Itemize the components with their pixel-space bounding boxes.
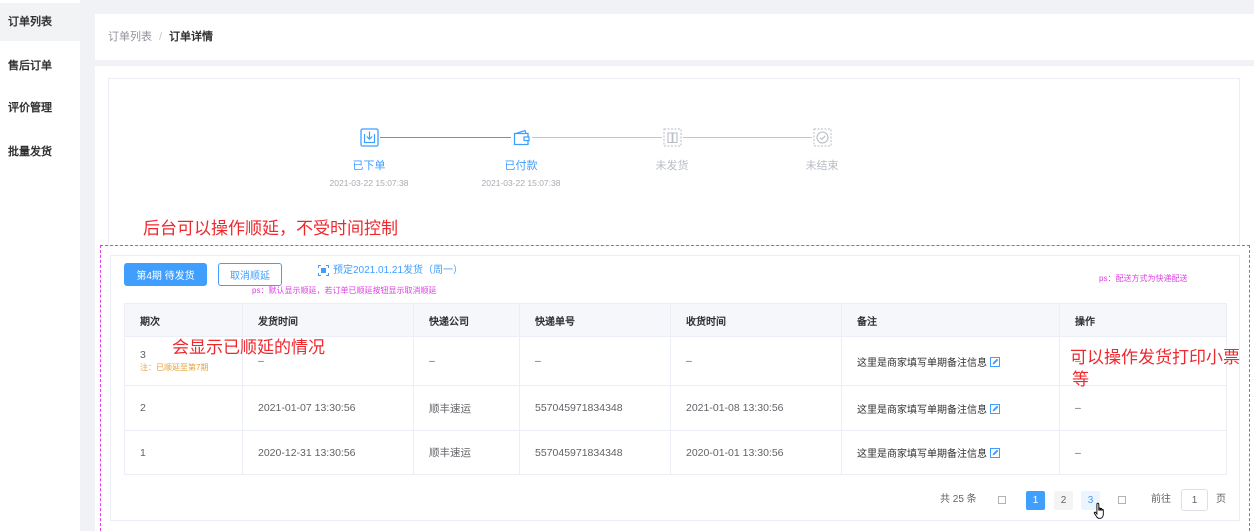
hand-cursor-icon xyxy=(1093,502,1107,520)
cell-period: 1 xyxy=(124,430,243,475)
period-table: 期次 发货时间 快递公司 快递单号 收货时间 备注 操作 3 注：已顺延至第7期… xyxy=(124,303,1227,475)
edit-remark-icon[interactable] xyxy=(990,448,1000,458)
column-header-action: 操作 xyxy=(1059,303,1227,337)
order-download-icon xyxy=(359,128,379,147)
table-row: 2 2021-01-07 13:30:56 顺丰速运 5570459718343… xyxy=(124,385,1227,431)
cell-remark: 这里是商家填写单期备注信息 xyxy=(841,430,1060,475)
sidebar-item-order-list[interactable]: 订单列表 xyxy=(0,3,80,41)
breadcrumb-current: 订单详情 xyxy=(169,31,214,43)
page-button-2[interactable]: 2 xyxy=(1054,491,1073,510)
step-order-placed: 已下单 2021-03-22 15:07:38 xyxy=(309,128,429,189)
remark-text: 这里是商家填写单期备注信息 xyxy=(857,357,987,369)
cell-receive-time: 2021-01-08 13:30:56 xyxy=(670,385,842,431)
step-label: 已付款 xyxy=(504,160,538,172)
edit-remark-icon[interactable] xyxy=(990,356,1000,367)
ship-period-button[interactable]: 第4期 待发货 xyxy=(124,263,207,286)
cell-courier: 顺丰速运 xyxy=(413,385,520,431)
cell-tracking: 557045971834348 xyxy=(519,430,671,475)
annotation-actions-line-1: 可以操作发货打印小票 xyxy=(1070,348,1240,367)
column-header-courier: 快递公司 xyxy=(413,303,520,337)
sidebar-item-bulk-shipping[interactable]: 批量发货 xyxy=(0,133,80,171)
cell-receive-time: – xyxy=(670,336,842,386)
cell-remark: 这里是商家填写单期备注信息 xyxy=(841,385,1060,431)
remark-text: 这里是商家填写单期备注信息 xyxy=(857,404,987,416)
cell-receive-time: 2020-01-01 13:30:56 xyxy=(670,430,842,475)
column-header-ship-time: 发货时间 xyxy=(242,303,414,337)
step-label: 未结束 xyxy=(805,160,839,172)
column-header-remark: 备注 xyxy=(841,303,1060,337)
cell-remark: 这里是商家填写单期备注信息 xyxy=(841,336,1060,386)
remark-text: 这里是商家填写单期备注信息 xyxy=(857,449,987,460)
shipment-box-icon xyxy=(663,128,682,147)
step-label: 已下单 xyxy=(352,160,386,172)
column-header-tracking: 快递单号 xyxy=(519,303,671,337)
step-time: 2021-03-22 15:07:38 xyxy=(481,178,561,188)
column-header-receive-time: 收货时间 xyxy=(670,303,842,337)
step-not-shipped: 未发货 xyxy=(612,128,732,175)
step-not-finished: 未结束 xyxy=(762,128,882,175)
pagination-total: 共 25 条 xyxy=(940,494,977,505)
table-row: 1 2020-12-31 13:30:56 顺丰速运 5570459718343… xyxy=(124,430,1227,475)
edit-remark-icon[interactable] xyxy=(990,403,1000,414)
breadcrumb-order-list-link[interactable]: 订单列表 xyxy=(108,31,152,43)
prev-page-icon[interactable] xyxy=(998,496,1006,504)
step-paid: 已付款 2021-03-22 15:07:38 xyxy=(461,128,581,189)
ps-note-postpone: ps：默认显示顺延，若订单已顺延按钮显示取消顺延 xyxy=(252,286,437,295)
scheduled-ship-date: 预定2021.01.21发货（周一） xyxy=(333,265,464,276)
cell-action[interactable]: – xyxy=(1059,385,1227,431)
goto-page-input[interactable] xyxy=(1181,489,1208,511)
breadcrumb-separator: / xyxy=(159,31,163,43)
annotation-postpone: 后台可以操作顺延，不受时间控制 xyxy=(143,219,398,238)
cell-period: 2 xyxy=(124,385,243,431)
goto-label: 前往 xyxy=(1151,494,1171,505)
table-header-row: 期次 发货时间 快递公司 快递单号 收货时间 备注 操作 xyxy=(124,303,1227,337)
cell-ship-time: 2021-01-07 13:30:56 xyxy=(242,385,414,431)
column-header-period: 期次 xyxy=(124,303,243,337)
breadcrumb: 订单列表 / 订单详情 xyxy=(108,14,213,60)
ps-note-delivery: ps：配送方式为快递配送 xyxy=(1099,274,1188,283)
annotation-actions-line-2: 等 xyxy=(1072,370,1089,389)
postponed-note: 注：已顺延至第7期 xyxy=(140,363,209,372)
next-page-icon[interactable] xyxy=(1118,496,1126,504)
page-suffix: 页 xyxy=(1216,494,1226,505)
cell-courier: – xyxy=(413,336,520,386)
wallet-icon xyxy=(512,128,531,147)
breadcrumb-card: 订单列表 / 订单详情 xyxy=(95,14,1254,60)
cell-courier: 顺丰速运 xyxy=(413,430,520,475)
cell-action[interactable]: – xyxy=(1059,430,1227,475)
page-button-1[interactable]: 1 xyxy=(1026,491,1045,510)
sidebar-item-after-sales[interactable]: 售后订单 xyxy=(0,47,80,85)
annotation-row-postponed: 会显示已顺延的情况 xyxy=(172,338,325,357)
sidebar-item-reviews[interactable]: 评价管理 xyxy=(0,89,80,127)
sidebar: 订单列表 售后订单 评价管理 批量发货 xyxy=(0,0,80,531)
check-circle-icon xyxy=(813,128,832,147)
cell-tracking: 557045971834348 xyxy=(519,385,671,431)
step-label: 未发货 xyxy=(655,160,689,172)
step-time: 2021-03-22 15:07:38 xyxy=(329,178,409,188)
cancel-postpone-button[interactable]: 取消顺延 xyxy=(218,263,282,286)
cell-ship-time: 2020-12-31 13:30:56 xyxy=(242,430,414,475)
cell-tracking: – xyxy=(519,336,671,386)
schedule-icon xyxy=(318,265,329,276)
